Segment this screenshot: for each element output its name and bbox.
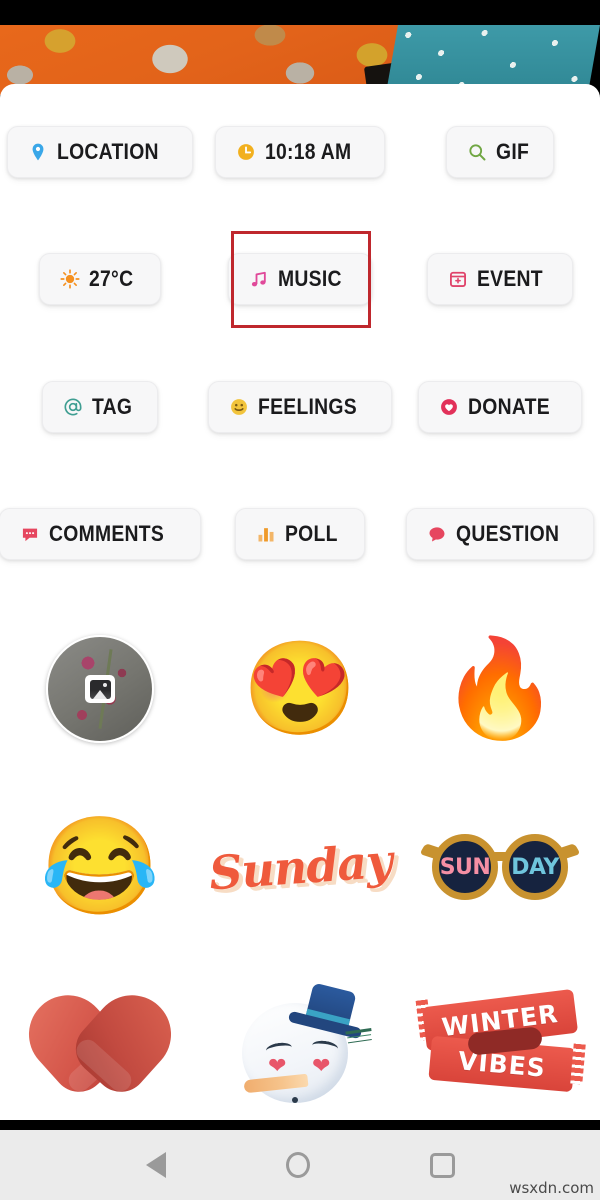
time-chip[interactable]: 10:18 AM	[215, 126, 385, 178]
time-chip-label: 10:18 AM	[265, 139, 352, 164]
calendar-icon	[450, 271, 467, 287]
sticker-smiling-heart[interactable]: 😍	[200, 600, 400, 778]
sticker-mitten-heart[interactable]	[0, 956, 200, 1126]
tag-chip-label: TAG	[91, 394, 132, 419]
snowman-carrot-nose	[243, 1073, 309, 1094]
winter-vibes-scarf-sticker[interactable]: WINTER VIBES	[415, 988, 586, 1093]
comments-chip-label: COMMENTS	[49, 521, 165, 546]
mitten-heart-sticker[interactable]	[12, 979, 188, 1103]
attachment-cell: FEELINGS	[200, 381, 400, 433]
attachment-cell: TAG	[0, 381, 200, 433]
poll-chip[interactable]: POLL	[234, 508, 366, 560]
sticker-row-1: 😍 🔥	[0, 600, 600, 778]
photo-thumbnail-sticker[interactable]	[46, 635, 154, 743]
bar-chart-icon	[258, 528, 274, 542]
sunday-script-sticker[interactable]: Sunday	[207, 834, 393, 901]
smiling-heart-sticker[interactable]: 😍	[243, 643, 358, 735]
image-icon	[85, 675, 115, 703]
sunday-sunglasses-sticker[interactable]: SUN DAY	[419, 830, 581, 904]
watermark: wsxdn.com	[509, 1179, 594, 1197]
temperature-chip[interactable]: 27°C	[39, 253, 161, 305]
sticker-tears-of-joy[interactable]: 😂	[0, 778, 200, 956]
music-chip[interactable]: MUSIC	[228, 253, 372, 305]
sheet-bottom-edge	[0, 1120, 600, 1130]
back-button-icon[interactable]	[145, 1152, 166, 1178]
event-chip[interactable]: EVENT	[427, 253, 573, 305]
sunglasses-lens-left: SUN	[432, 834, 498, 900]
attachment-cell: QUESTION	[400, 508, 600, 560]
sticker-snowman[interactable]: ❤ ❤	[200, 956, 400, 1126]
sticker-grid: 😍 🔥 😂 Sunday SUN DAY ❤ ❤ WINTER VIBES	[0, 600, 600, 1126]
question-bubble-icon	[429, 527, 445, 542]
sun-icon	[60, 269, 80, 289]
snowman-heart-eye-left: ❤	[268, 1053, 287, 1078]
attachment-cell: COMMENTS	[0, 508, 201, 560]
sunglasses-word-right: DAY	[511, 854, 559, 880]
at-sign-icon	[64, 398, 82, 416]
smiley-icon	[231, 399, 248, 415]
sunglasses-lens-right: DAY	[502, 834, 568, 900]
question-chip-label: QUESTION	[455, 521, 560, 546]
sticker-row-3: ❤ ❤ WINTER VIBES	[0, 956, 600, 1126]
location-pin-icon	[32, 143, 44, 161]
music-chip-label: MUSIC	[278, 266, 343, 291]
home-button-icon[interactable]	[285, 1152, 310, 1178]
attachment-row-1: LOCATION 10:18 AM GIF	[0, 126, 600, 178]
clock-icon	[238, 144, 255, 160]
attachment-cell: 27°C	[0, 253, 200, 305]
scarf-fringe-right	[570, 1043, 586, 1085]
poll-chip-label: POLL	[284, 521, 338, 546]
gif-chip[interactable]: GIF	[445, 126, 555, 178]
phone-screen: LOCATION 10:18 AM GIF 27°C MUSIC EVENT T…	[0, 0, 600, 1200]
snowman-sticker[interactable]: ❤ ❤	[234, 981, 372, 1103]
snowman-heart-eye-right: ❤	[312, 1053, 331, 1078]
sticker-sunday-sunglasses[interactable]: SUN DAY	[400, 778, 600, 956]
location-chip[interactable]: LOCATION	[6, 126, 194, 178]
attachment-cell: DONATE	[400, 381, 600, 433]
tears-of-joy-sticker[interactable]: 😂	[40, 819, 160, 915]
android-navigation-bar: wsxdn.com	[0, 1130, 600, 1200]
sticker-fire[interactable]: 🔥	[400, 600, 600, 778]
sticker-photo-thumbnail[interactable]	[0, 600, 200, 778]
gif-chip-label: GIF	[495, 139, 529, 164]
location-chip-label: LOCATION	[56, 139, 159, 164]
attachment-cell: GIF	[400, 126, 600, 178]
sunglasses-word-left: SUN	[439, 854, 491, 880]
fire-sticker[interactable]: 🔥	[440, 641, 560, 737]
feelings-chip-label: FEELINGS	[258, 394, 358, 419]
comment-bubble-icon	[23, 528, 38, 542]
status-bar-area	[0, 0, 600, 25]
attachment-row-4: COMMENTS POLL QUESTION	[0, 508, 600, 560]
feelings-chip[interactable]: FEELINGS	[208, 381, 392, 433]
donate-chip-label: DONATE	[467, 394, 550, 419]
search-icon	[469, 144, 486, 161]
donate-chip[interactable]: DONATE	[417, 381, 583, 433]
attachment-row-3: TAG FEELINGS DONATE	[0, 381, 600, 433]
comments-chip[interactable]: COMMENTS	[0, 508, 201, 560]
attachment-cell: MUSIC	[200, 253, 400, 305]
sticker-sunday-script[interactable]: Sunday	[200, 778, 400, 956]
recents-button-icon[interactable]	[429, 1152, 455, 1178]
sticker-winter-vibes[interactable]: WINTER VIBES	[400, 956, 600, 1126]
attachment-row-2: 27°C MUSIC EVENT	[0, 253, 600, 305]
question-chip[interactable]: QUESTION	[405, 508, 595, 560]
event-chip-label: EVENT	[477, 266, 543, 291]
attachment-cell: POLL	[200, 508, 400, 560]
snowman-mouth	[292, 1097, 298, 1103]
temperature-chip-label: 27°C	[89, 266, 134, 291]
attachment-cell: 10:18 AM	[200, 126, 400, 178]
sticker-row-2: 😂 Sunday SUN DAY	[0, 778, 600, 956]
music-note-icon	[252, 271, 267, 287]
attachment-cell: EVENT	[400, 253, 600, 305]
heart-hands-icon	[441, 399, 457, 415]
attachment-cell: LOCATION	[0, 126, 200, 178]
tag-chip[interactable]: TAG	[41, 381, 159, 433]
